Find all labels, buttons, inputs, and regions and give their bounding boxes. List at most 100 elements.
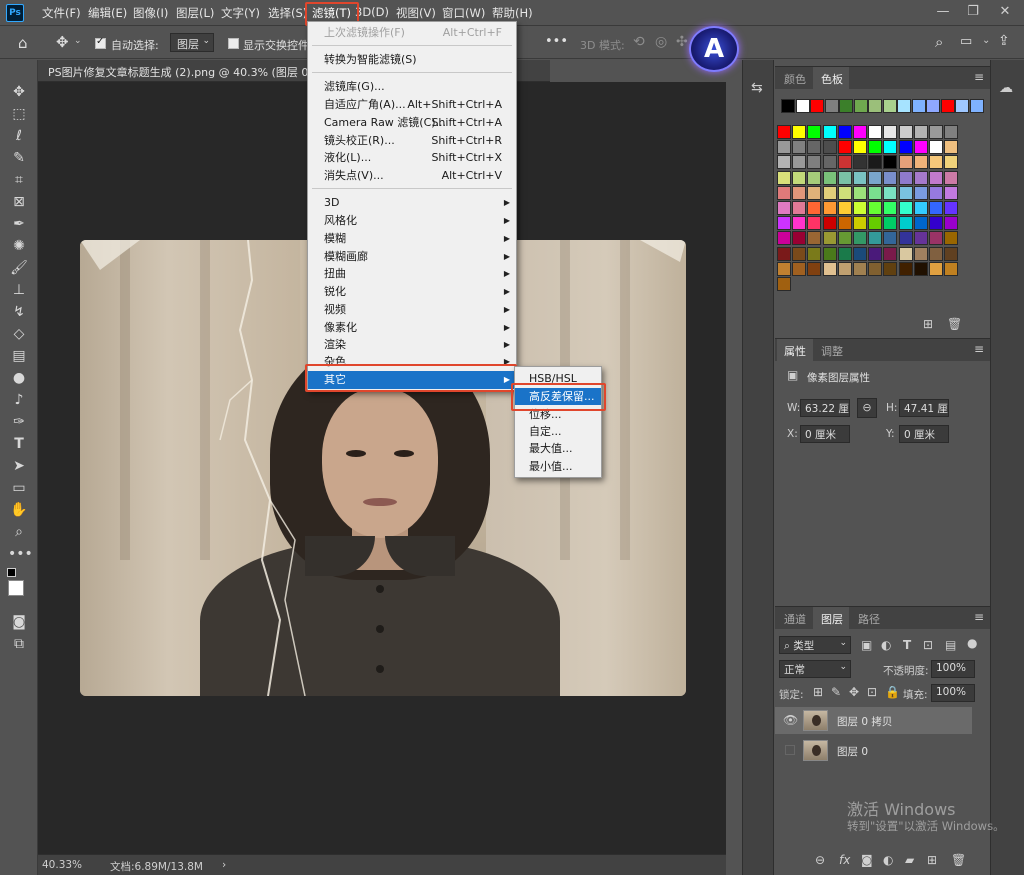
swatch[interactable] xyxy=(868,216,883,231)
swatch[interactable] xyxy=(853,99,868,113)
swatch[interactable] xyxy=(929,125,943,139)
swatch[interactable] xyxy=(929,201,943,215)
pen-tool-icon[interactable]: ✑ xyxy=(8,412,30,432)
swatch[interactable] xyxy=(883,246,898,261)
maximize-icon[interactable]: ❐ xyxy=(960,3,986,21)
path-select-tool-icon[interactable]: ➤ xyxy=(8,456,30,476)
crop-tool-icon[interactable]: ⌗ xyxy=(8,170,30,190)
menu-view[interactable]: 视图(V) xyxy=(396,5,436,21)
search-icon[interactable]: ⌕ xyxy=(935,33,943,51)
zoom-tool-icon[interactable]: ⌕ xyxy=(8,522,30,542)
tab-color[interactable]: 颜色 xyxy=(784,71,806,87)
swatch[interactable] xyxy=(853,185,867,200)
tab-layers[interactable]: 图层 xyxy=(821,611,843,627)
blur-tool-icon[interactable]: ● xyxy=(8,368,30,388)
filter-camera-raw[interactable]: Camera Raw 滤镜(C)... Shift+Ctrl+A xyxy=(308,114,516,132)
swatch[interactable] xyxy=(837,140,852,155)
filter-vanishing-point[interactable]: 消失点(V)... Alt+Ctrl+V xyxy=(308,167,516,185)
filter-blur[interactable]: 模糊 ▶ xyxy=(308,230,516,248)
swatch[interactable] xyxy=(777,155,791,170)
history-panel-icon[interactable]: ⇆ xyxy=(751,80,763,96)
swatch[interactable] xyxy=(777,185,791,200)
swatch[interactable] xyxy=(929,170,943,185)
other-minimum[interactable]: 最小值... xyxy=(515,458,601,475)
clone-stamp-tool-icon[interactable]: ⊥ xyxy=(8,280,30,300)
swatch[interactable] xyxy=(926,99,940,113)
filter-gallery[interactable]: 滤镜库(G)... xyxy=(308,78,516,96)
swatch[interactable] xyxy=(913,246,928,261)
fill-input[interactable]: 100% xyxy=(931,684,975,702)
lock-position-icon[interactable]: ✥ xyxy=(849,685,859,699)
swatch[interactable] xyxy=(792,201,807,215)
swatch[interactable] xyxy=(822,201,837,215)
swatch[interactable] xyxy=(898,125,913,139)
new-layer-icon[interactable]: ⊞ xyxy=(927,853,937,867)
swatch[interactable] xyxy=(868,170,883,185)
share-icon[interactable]: ⇪ xyxy=(998,33,1010,49)
swatch[interactable] xyxy=(898,155,913,170)
tab-swatches[interactable]: 色板 xyxy=(821,71,843,87)
other-custom[interactable]: 自定... xyxy=(515,423,601,440)
rectangle-tool-icon[interactable]: ▭ xyxy=(8,478,30,498)
swatch[interactable] xyxy=(883,185,898,200)
swatch[interactable] xyxy=(837,155,852,170)
filter-video[interactable]: 视频 ▶ xyxy=(308,301,516,319)
swatch[interactable] xyxy=(807,185,822,200)
swatch[interactable] xyxy=(944,231,959,246)
filter-3d[interactable]: 3D ▶ xyxy=(308,194,516,212)
filter-liquify[interactable]: 液化(L)... Shift+Ctrl+X xyxy=(308,149,516,167)
swatch[interactable] xyxy=(913,231,928,246)
swatch[interactable] xyxy=(898,261,913,276)
swatch[interactable] xyxy=(944,201,959,215)
close-icon[interactable]: ✕ xyxy=(992,3,1018,21)
swatch[interactable] xyxy=(824,99,839,113)
swatch[interactable] xyxy=(792,185,807,200)
more-tools-icon[interactable]: ••• xyxy=(8,544,33,564)
height-input[interactable]: 47.41 厘米 xyxy=(899,399,949,417)
swatch[interactable] xyxy=(913,216,928,231)
swatch[interactable] xyxy=(929,261,943,276)
zoom-level[interactable]: 40.33% xyxy=(42,859,82,871)
swatch[interactable] xyxy=(883,216,898,231)
swatch[interactable] xyxy=(853,155,867,170)
panel-menu-icon[interactable]: ≡ xyxy=(974,70,984,84)
eraser-tool-icon[interactable]: ◇ xyxy=(8,324,30,344)
add-mask-icon[interactable]: ◙ xyxy=(861,853,873,867)
swatch[interactable] xyxy=(777,125,791,139)
swatch[interactable] xyxy=(883,170,898,185)
menu-3d[interactable]: 3D(D) xyxy=(355,5,389,19)
trash-icon[interactable]: 🗑 xyxy=(951,853,966,867)
swatch[interactable] xyxy=(837,261,852,276)
trash-icon[interactable]: 🗑 xyxy=(947,317,962,331)
move-tool-icon[interactable]: ✥ xyxy=(56,33,69,51)
panel-menu-icon[interactable]: ≡ xyxy=(974,342,984,356)
x-input[interactable]: 0 厘米 xyxy=(800,425,850,443)
swatch[interactable] xyxy=(792,140,807,155)
swatch[interactable] xyxy=(868,125,883,139)
swatch[interactable] xyxy=(944,216,959,231)
default-colors-icon[interactable] xyxy=(7,568,16,577)
tab-paths[interactable]: 路径 xyxy=(858,611,880,627)
swatch[interactable] xyxy=(822,246,837,261)
swatch[interactable] xyxy=(807,170,822,185)
lasso-tool-icon[interactable]: ℓ xyxy=(8,126,30,146)
swatch[interactable] xyxy=(883,201,898,215)
swatch[interactable] xyxy=(837,185,852,200)
3d-orbit-icon[interactable]: ⟲ xyxy=(633,34,645,50)
swatch[interactable] xyxy=(868,99,882,113)
move-tool-icon[interactable]: ✥ xyxy=(8,82,30,102)
menu-help[interactable]: 帮助(H) xyxy=(492,5,533,21)
swatch[interactable] xyxy=(781,99,795,113)
quick-select-tool-icon[interactable]: ✎ xyxy=(8,148,30,168)
swatch[interactable] xyxy=(883,155,898,170)
frame-tool-icon[interactable]: ⊠ xyxy=(8,192,30,212)
quick-mask-icon[interactable]: ◙ xyxy=(8,612,30,632)
swatch[interactable] xyxy=(853,216,867,231)
chevron-down-icon[interactable]: ⌄ xyxy=(74,36,82,46)
swatch[interactable] xyxy=(777,277,791,291)
swatch[interactable] xyxy=(868,185,883,200)
y-input[interactable]: 0 厘米 xyxy=(899,425,949,443)
swatch[interactable] xyxy=(868,201,883,215)
swatch[interactable] xyxy=(810,99,824,113)
width-input[interactable]: 63.22 厘米 xyxy=(800,399,850,417)
